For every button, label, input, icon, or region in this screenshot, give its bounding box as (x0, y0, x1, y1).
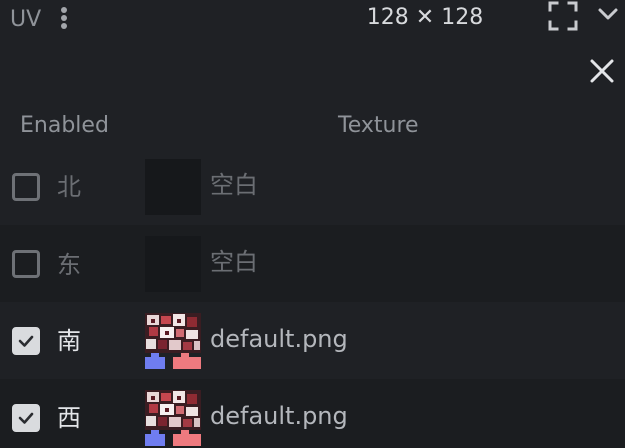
texture-name[interactable]: 空白 (210, 242, 258, 282)
vertical-dots-icon[interactable] (55, 5, 73, 31)
texture-name[interactable]: default.png (210, 396, 348, 436)
column-header-enabled: Enabled (20, 113, 109, 138)
face-row-north: 北 空白 (0, 148, 625, 225)
face-enabled-checkbox[interactable] (12, 327, 40, 355)
chevron-down-icon[interactable] (596, 4, 620, 24)
close-icon[interactable] (589, 58, 615, 84)
face-label: 南 (57, 327, 81, 355)
texture-name[interactable]: default.png (210, 319, 348, 359)
face-row-east: 东 空白 (0, 225, 625, 302)
texture-thumbnail[interactable] (145, 159, 201, 215)
face-label: 西 (57, 404, 81, 432)
face-enabled-checkbox[interactable] (12, 404, 40, 432)
face-label: 北 (57, 173, 81, 201)
column-header-texture: Texture (338, 113, 419, 138)
face-label: 东 (57, 251, 81, 279)
panel-title: UV (10, 7, 42, 32)
texture-thumbnail[interactable] (145, 236, 201, 292)
texture-name[interactable]: 空白 (210, 165, 258, 205)
texture-size-readout: 128 ✕ 128 (366, 5, 484, 30)
uv-panel: UV 128 ✕ 128 Enabled Texture 北 空白 东 空白 南… (0, 0, 625, 448)
face-row-west: 西 default.png (0, 379, 625, 448)
face-enabled-checkbox[interactable] (12, 250, 40, 278)
texture-thumbnail[interactable] (145, 313, 201, 369)
face-enabled-checkbox[interactable] (12, 173, 40, 201)
fullscreen-icon[interactable] (547, 0, 579, 32)
face-row-south: 南 default.png (0, 302, 625, 379)
checkmark-icon (18, 335, 34, 347)
texture-thumbnail[interactable] (145, 390, 201, 446)
checkmark-icon (18, 412, 34, 424)
